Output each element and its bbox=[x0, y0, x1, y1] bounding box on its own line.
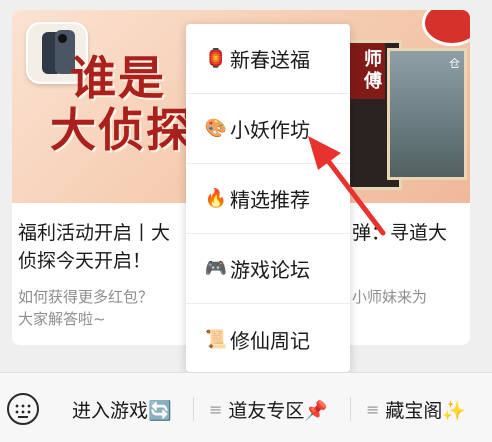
bottom-menu-bar: 进入游戏🔄 ≡ 道友专区📌 ≡ 藏宝阁✨ bbox=[0, 372, 492, 442]
banner-artwork-right: 仓 bbox=[387, 48, 467, 180]
menu-item-new-year-blessing[interactable]: 🏮 新春送福 bbox=[186, 24, 350, 94]
summary-line2: 大家解答啦~ bbox=[18, 310, 106, 328]
friends-zone-button[interactable]: ≡ 道友专区📌 bbox=[209, 395, 328, 423]
scroll-icon: 📜 bbox=[204, 328, 228, 350]
banner-art-seal: 师傅 bbox=[364, 49, 382, 92]
menu-lines-icon: ≡ bbox=[209, 399, 223, 419]
menu-item-little-demon-workshop[interactable]: 🎨 小妖作坊 bbox=[186, 94, 350, 164]
menu-item-game-forum[interactable]: 🎮 游戏论坛 bbox=[186, 234, 350, 304]
summary-left: 如何获得更多红包？ bbox=[18, 288, 154, 306]
teapot-decoration bbox=[422, 10, 470, 46]
treasure-pavilion-label: 藏宝阁✨ bbox=[385, 399, 467, 422]
headline-line2: 侦探今天开启！ bbox=[18, 250, 152, 272]
bar-divider bbox=[193, 397, 194, 421]
menu-item-label: 新春送福 bbox=[230, 48, 310, 72]
gamepad-icon: 🎮 bbox=[204, 258, 228, 279]
enter-game-label: 进入游戏🔄 bbox=[72, 399, 172, 422]
menu-lines-icon: ≡ bbox=[366, 399, 380, 419]
summary-right: 小师妹来为 bbox=[352, 288, 428, 306]
enter-game-button[interactable]: 进入游戏🔄 bbox=[72, 395, 172, 423]
headline-right: 弹：寻道大 bbox=[352, 222, 448, 244]
lantern-icon: 🏮 bbox=[204, 48, 228, 69]
palette-icon: 🎨 bbox=[204, 118, 228, 139]
popup-submenu: 🏮 新春送福 🎨 小妖作坊 🔥 精选推荐 🎮 游戏论坛 📜 修仙周记 bbox=[186, 24, 350, 372]
menu-item-featured-picks[interactable]: 🔥 精选推荐 bbox=[186, 164, 350, 234]
fire-icon: 🔥 bbox=[204, 188, 228, 209]
bar-divider bbox=[350, 397, 351, 421]
menu-item-label: 修仙周记 bbox=[230, 328, 310, 353]
menu-item-label: 游戏论坛 bbox=[230, 258, 310, 282]
friends-zone-label: 道友专区📌 bbox=[228, 399, 329, 422]
keyboard-toggle-icon[interactable] bbox=[7, 393, 39, 425]
menu-item-label: 小妖作坊 bbox=[230, 118, 310, 142]
menu-item-cultivation-weekly[interactable]: 📜 修仙周记 bbox=[186, 304, 350, 374]
menu-item-label: 精选推荐 bbox=[230, 188, 310, 212]
headline-left: 福利活动开启丨大 bbox=[18, 222, 171, 244]
treasure-pavilion-button[interactable]: ≡ 藏宝阁✨ bbox=[366, 395, 466, 423]
